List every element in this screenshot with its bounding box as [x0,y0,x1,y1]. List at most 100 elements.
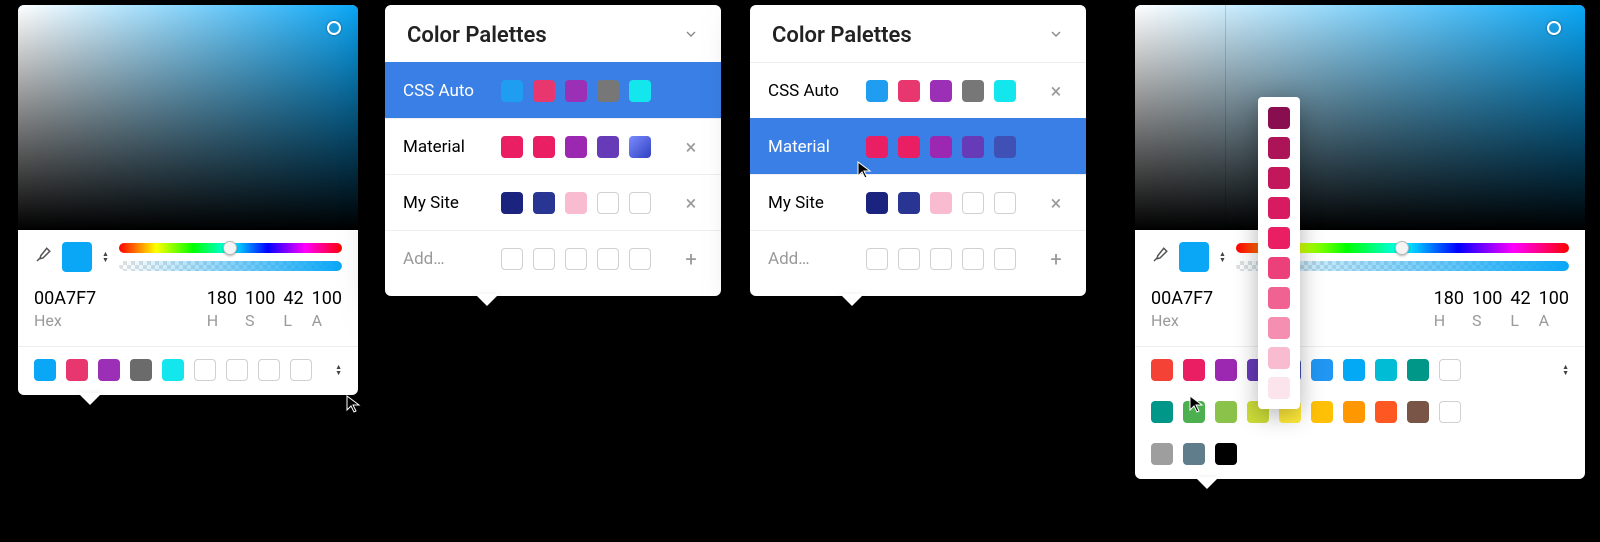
palette-swatch[interactable] [994,80,1016,102]
close-icon[interactable]: × [679,135,703,159]
a-value[interactable]: 100 [1539,288,1569,309]
palette-swatch[interactable] [565,80,587,102]
palette-swatch[interactable] [597,136,619,158]
eyedropper-icon[interactable] [1151,246,1169,268]
palette-swatch[interactable] [533,192,555,214]
hex-value[interactable]: 00A7F7 [34,288,96,309]
palette-row[interactable]: CSS Auto× [750,62,1086,118]
palette-swatch[interactable] [501,80,523,102]
palette-swatch[interactable] [930,192,952,214]
palette-swatch[interactable] [898,192,920,214]
s-value[interactable]: 100 [1472,288,1502,309]
palette-swatch[interactable] [1375,401,1397,423]
palette-row[interactable]: Add…+ [750,230,1086,286]
l-value[interactable]: 42 [283,288,303,309]
palette-swatch[interactable] [290,359,312,381]
plus-icon[interactable]: + [1044,247,1068,271]
palette-swatch[interactable] [1343,401,1365,423]
shade-swatch[interactable] [1268,197,1290,219]
palette-swatch[interactable] [866,80,888,102]
close-icon[interactable]: × [1044,191,1068,215]
palette-swatch[interactable] [866,136,888,158]
color-field-handle[interactable] [327,21,341,35]
palette-swatch[interactable] [597,80,619,102]
a-value[interactable]: 100 [312,288,342,309]
palette-swatch[interactable] [162,359,184,381]
palette-swatch[interactable] [34,359,56,381]
palette-swatch[interactable] [1151,401,1173,423]
palette-swatch[interactable] [898,248,920,270]
palette-swatch[interactable] [66,359,88,381]
current-color-swatch[interactable] [62,242,92,272]
palette-swatch[interactable] [1375,359,1397,381]
palette-swatch[interactable] [130,359,152,381]
hue-thumb[interactable] [1395,241,1409,255]
alpha-thumb[interactable] [335,261,342,271]
palette-swatch[interactable] [1215,401,1237,423]
palette-swatch[interactable] [629,80,651,102]
palette-swatch[interactable] [258,359,280,381]
alpha-thumb[interactable] [1562,261,1569,271]
close-icon[interactable]: × [679,191,703,215]
palette-swatch[interactable] [533,136,555,158]
shade-swatch[interactable] [1268,257,1290,279]
palette-swatch[interactable] [533,248,555,270]
palette-swatch[interactable] [597,248,619,270]
shade-swatch[interactable] [1268,317,1290,339]
palette-row[interactable]: Add…+ [385,230,721,286]
palette-swatch[interactable] [1215,359,1237,381]
palette-swatch[interactable] [501,136,523,158]
palette-stepper[interactable]: ▲▼ [335,364,342,376]
palette-swatch[interactable] [1439,359,1461,381]
palette-swatch[interactable] [1311,359,1333,381]
palette-swatch[interactable] [194,359,216,381]
palette-swatch[interactable] [565,192,587,214]
saturation-value-field[interactable] [1135,5,1585,230]
palette-row[interactable]: Material× [385,118,721,174]
palette-swatch[interactable] [629,136,651,158]
alpha-slider[interactable] [119,261,342,271]
palette-swatch[interactable] [1183,401,1205,423]
palette-swatch[interactable] [962,80,984,102]
palette-swatch[interactable] [1183,359,1205,381]
palette-row[interactable]: My Site× [385,174,721,230]
chevron-down-icon[interactable] [683,26,699,46]
palette-swatch[interactable] [1407,401,1429,423]
palette-swatch[interactable] [1151,443,1173,465]
palette-swatch[interactable] [962,248,984,270]
palette-swatch[interactable] [98,359,120,381]
palette-swatch[interactable] [1215,443,1237,465]
palette-row[interactable]: My Site× [750,174,1086,230]
hex-value[interactable]: 00A7F7 [1151,288,1213,309]
palette-swatch[interactable] [994,136,1016,158]
palette-swatch[interactable] [1311,401,1333,423]
shade-swatch[interactable] [1268,167,1290,189]
palette-swatch[interactable] [533,80,555,102]
hue-slider[interactable] [119,243,342,253]
palette-swatch[interactable] [994,192,1016,214]
shade-swatch[interactable] [1268,377,1290,399]
palette-swatch[interactable] [1439,401,1461,423]
palette-swatch[interactable] [226,359,248,381]
h-value[interactable]: 180 [1434,288,1464,309]
palette-swatch[interactable] [898,136,920,158]
color-field-handle[interactable] [1547,21,1561,35]
palette-swatch[interactable] [930,80,952,102]
h-value[interactable]: 180 [207,288,237,309]
palette-swatch[interactable] [930,248,952,270]
palette-swatch[interactable] [866,248,888,270]
palette-swatch[interactable] [565,136,587,158]
l-value[interactable]: 42 [1510,288,1530,309]
palette-swatch[interactable] [629,248,651,270]
s-value[interactable]: 100 [245,288,275,309]
shade-swatch[interactable] [1268,107,1290,129]
palette-swatch[interactable] [1407,359,1429,381]
close-icon[interactable]: × [1044,79,1068,103]
current-color-swatch[interactable] [1179,242,1209,272]
palette-row[interactable]: Material [750,118,1086,174]
swatch-stepper[interactable]: ▲▼ [1219,251,1226,263]
shade-swatch[interactable] [1268,137,1290,159]
palette-swatch[interactable] [629,192,651,214]
shade-swatch[interactable] [1268,287,1290,309]
palette-swatch[interactable] [1183,443,1205,465]
